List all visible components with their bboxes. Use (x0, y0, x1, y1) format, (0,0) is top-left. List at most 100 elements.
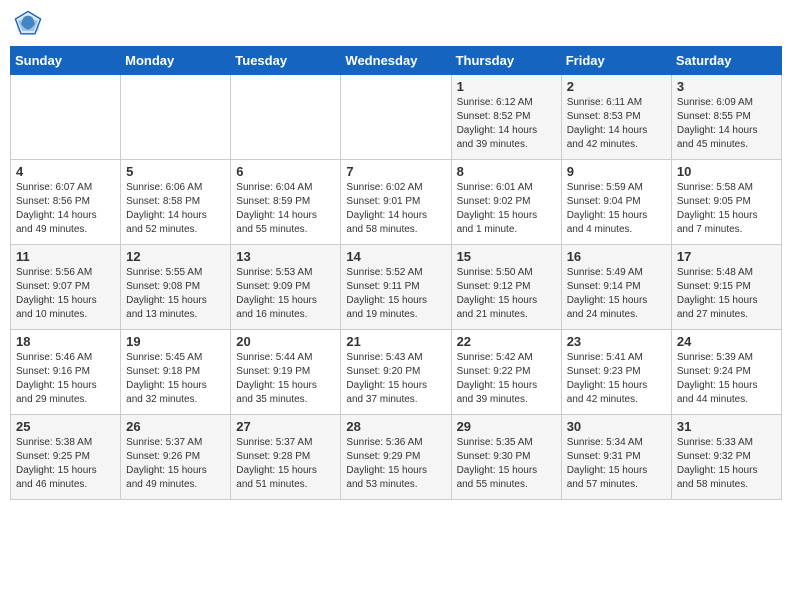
day-info: Sunrise: 5:44 AMSunset: 9:19 PMDaylight:… (236, 351, 335, 407)
calendar-cell: 10Sunrise: 5:58 AMSunset: 9:05 PMDayligh… (671, 160, 781, 245)
calendar-week-1: 1Sunrise: 6:12 AMSunset: 8:52 PMDaylight… (11, 75, 782, 160)
day-number: 21 (346, 334, 445, 349)
calendar-table: SundayMondayTuesdayWednesdayThursdayFrid… (10, 46, 782, 500)
calendar-cell (341, 75, 451, 160)
calendar-week-2: 4 Sunrise: 6:07 AMSunset: 8:56 PMDaylight… (11, 160, 782, 245)
day-info: Sunrise: 5:59 AMSunset: 9:04 PMDaylight:… (567, 181, 666, 237)
logo-icon (14, 10, 42, 38)
day-info: Sunrise: 6:12 AMSunset: 8:52 PMDaylight:… (457, 96, 556, 152)
day-number: 31 (677, 419, 776, 434)
weekday-header-row: SundayMondayTuesdayWednesdayThursdayFrid… (11, 47, 782, 75)
weekday-header-wednesday: Wednesday (341, 47, 451, 75)
day-info: Sunrise: 5:33 AMSunset: 9:32 PMDaylight:… (677, 436, 776, 492)
day-number: 4 (16, 164, 115, 179)
day-info: Sunrise: 5:35 AMSunset: 9:30 PMDaylight:… (457, 436, 556, 492)
calendar-cell: 23 Sunrise: 5:41 AMSunset: 9:23 PMDayligh… (561, 330, 671, 415)
calendar-cell: 30 Sunrise: 5:34 AMSunset: 9:31 PMDayligh… (561, 415, 671, 500)
day-number: 30 (567, 419, 666, 434)
calendar-cell: 24 Sunrise: 5:39 AMSunset: 9:24 PMDayligh… (671, 330, 781, 415)
day-info: Sunrise: 5:49 AMSunset: 9:14 PMDaylight:… (567, 266, 666, 322)
day-number: 6 (236, 164, 335, 179)
day-info: Sunrise: 5:37 AMSunset: 9:26 PMDaylight:… (126, 436, 225, 492)
day-number: 19 (126, 334, 225, 349)
calendar-cell: 9 Sunrise: 5:59 AMSunset: 9:04 PMDaylight… (561, 160, 671, 245)
day-number: 25 (16, 419, 115, 434)
calendar-cell: 19 Sunrise: 5:45 AMSunset: 9:18 PMDayligh… (121, 330, 231, 415)
day-info: Sunrise: 5:48 AMSunset: 9:15 PMDaylight:… (677, 266, 776, 322)
day-number: 18 (16, 334, 115, 349)
day-info: Sunrise: 6:09 AMSunset: 8:55 PMDaylight:… (677, 96, 776, 152)
calendar-cell: 14 Sunrise: 5:52 AMSunset: 9:11 PMDayligh… (341, 245, 451, 330)
calendar-cell: 7Sunrise: 6:02 AMSunset: 9:01 PMDaylight… (341, 160, 451, 245)
day-number: 5 (126, 164, 225, 179)
day-info: Sunrise: 5:46 AMSunset: 9:16 PMDaylight:… (16, 351, 115, 407)
day-number: 10 (677, 164, 776, 179)
day-number: 28 (346, 419, 445, 434)
day-info: Sunrise: 5:38 AMSunset: 9:25 PMDaylight:… (16, 436, 115, 492)
calendar-cell: 4 Sunrise: 6:07 AMSunset: 8:56 PMDaylight… (11, 160, 121, 245)
calendar-cell: 21 Sunrise: 5:43 AMSunset: 9:20 PMDayligh… (341, 330, 451, 415)
weekday-header-sunday: Sunday (11, 47, 121, 75)
calendar-cell (121, 75, 231, 160)
day-number: 15 (457, 249, 556, 264)
day-number: 23 (567, 334, 666, 349)
calendar-cell: 5 Sunrise: 6:06 AMSunset: 8:58 PMDaylight… (121, 160, 231, 245)
calendar-cell: 27Sunrise: 5:37 AMSunset: 9:28 PMDayligh… (231, 415, 341, 500)
weekday-header-friday: Friday (561, 47, 671, 75)
calendar-week-5: 25 Sunrise: 5:38 AMSunset: 9:25 PMDayligh… (11, 415, 782, 500)
calendar-cell (231, 75, 341, 160)
day-info: Sunrise: 5:53 AMSunset: 9:09 PMDaylight:… (236, 266, 335, 322)
calendar-week-4: 18 Sunrise: 5:46 AMSunset: 9:16 PMDayligh… (11, 330, 782, 415)
calendar-cell: 26 Sunrise: 5:37 AMSunset: 9:26 PMDayligh… (121, 415, 231, 500)
day-info: Sunrise: 6:04 AMSunset: 8:59 PMDaylight:… (236, 181, 335, 237)
day-number: 22 (457, 334, 556, 349)
day-number: 26 (126, 419, 225, 434)
day-info: Sunrise: 6:01 AMSunset: 9:02 PMDaylight:… (457, 181, 556, 237)
day-info: Sunrise: 5:34 AMSunset: 9:31 PMDaylight:… (567, 436, 666, 492)
calendar-cell: 2 Sunrise: 6:11 AMSunset: 8:53 PMDaylight… (561, 75, 671, 160)
day-number: 11 (16, 249, 115, 264)
calendar-cell: 16Sunrise: 5:49 AMSunset: 9:14 PMDayligh… (561, 245, 671, 330)
day-info: Sunrise: 6:11 AMSunset: 8:53 PMDaylight:… (567, 96, 666, 152)
calendar-cell: 20 Sunrise: 5:44 AMSunset: 9:19 PMDayligh… (231, 330, 341, 415)
calendar-cell: 8Sunrise: 6:01 AMSunset: 9:02 PMDaylight… (451, 160, 561, 245)
day-info: Sunrise: 5:52 AMSunset: 9:11 PMDaylight:… (346, 266, 445, 322)
calendar-cell: 28 Sunrise: 5:36 AMSunset: 9:29 PMDayligh… (341, 415, 451, 500)
calendar-cell: 1Sunrise: 6:12 AMSunset: 8:52 PMDaylight… (451, 75, 561, 160)
day-info: Sunrise: 5:50 AMSunset: 9:12 PMDaylight:… (457, 266, 556, 322)
day-info: Sunrise: 6:06 AMSunset: 8:58 PMDaylight:… (126, 181, 225, 237)
day-info: Sunrise: 5:45 AMSunset: 9:18 PMDaylight:… (126, 351, 225, 407)
calendar-cell: 29Sunrise: 5:35 AMSunset: 9:30 PMDayligh… (451, 415, 561, 500)
day-number: 17 (677, 249, 776, 264)
weekday-header-tuesday: Tuesday (231, 47, 341, 75)
calendar-cell (11, 75, 121, 160)
calendar-cell: 3 Sunrise: 6:09 AMSunset: 8:55 PMDaylight… (671, 75, 781, 160)
day-info: Sunrise: 5:41 AMSunset: 9:23 PMDaylight:… (567, 351, 666, 407)
day-number: 3 (677, 79, 776, 94)
day-info: Sunrise: 5:42 AMSunset: 9:22 PMDaylight:… (457, 351, 556, 407)
calendar-week-3: 11 Sunrise: 5:56 AMSunset: 9:07 PMDayligh… (11, 245, 782, 330)
day-number: 24 (677, 334, 776, 349)
weekday-header-thursday: Thursday (451, 47, 561, 75)
day-info: Sunrise: 5:55 AMSunset: 9:08 PMDaylight:… (126, 266, 225, 322)
day-number: 20 (236, 334, 335, 349)
page-header (10, 10, 782, 38)
day-info: Sunrise: 6:07 AMSunset: 8:56 PMDaylight:… (16, 181, 115, 237)
weekday-header-saturday: Saturday (671, 47, 781, 75)
day-number: 12 (126, 249, 225, 264)
day-info: Sunrise: 5:39 AMSunset: 9:24 PMDaylight:… (677, 351, 776, 407)
day-number: 2 (567, 79, 666, 94)
day-info: Sunrise: 5:43 AMSunset: 9:20 PMDaylight:… (346, 351, 445, 407)
calendar-cell: 22 Sunrise: 5:42 AMSunset: 9:22 PMDayligh… (451, 330, 561, 415)
calendar-cell: 15 Sunrise: 5:50 AMSunset: 9:12 PMDayligh… (451, 245, 561, 330)
calendar-cell: 31 Sunrise: 5:33 AMSunset: 9:32 PMDayligh… (671, 415, 781, 500)
calendar-cell: 18 Sunrise: 5:46 AMSunset: 9:16 PMDayligh… (11, 330, 121, 415)
calendar-cell: 6 Sunrise: 6:04 AMSunset: 8:59 PMDaylight… (231, 160, 341, 245)
day-number: 14 (346, 249, 445, 264)
calendar-cell: 17 Sunrise: 5:48 AMSunset: 9:15 PMDayligh… (671, 245, 781, 330)
day-info: Sunrise: 5:56 AMSunset: 9:07 PMDaylight:… (16, 266, 115, 322)
day-info: Sunrise: 5:36 AMSunset: 9:29 PMDaylight:… (346, 436, 445, 492)
calendar-cell: 13Sunrise: 5:53 AMSunset: 9:09 PMDayligh… (231, 245, 341, 330)
day-info: Sunrise: 5:37 AMSunset: 9:28 PMDaylight:… (236, 436, 335, 492)
day-number: 9 (567, 164, 666, 179)
